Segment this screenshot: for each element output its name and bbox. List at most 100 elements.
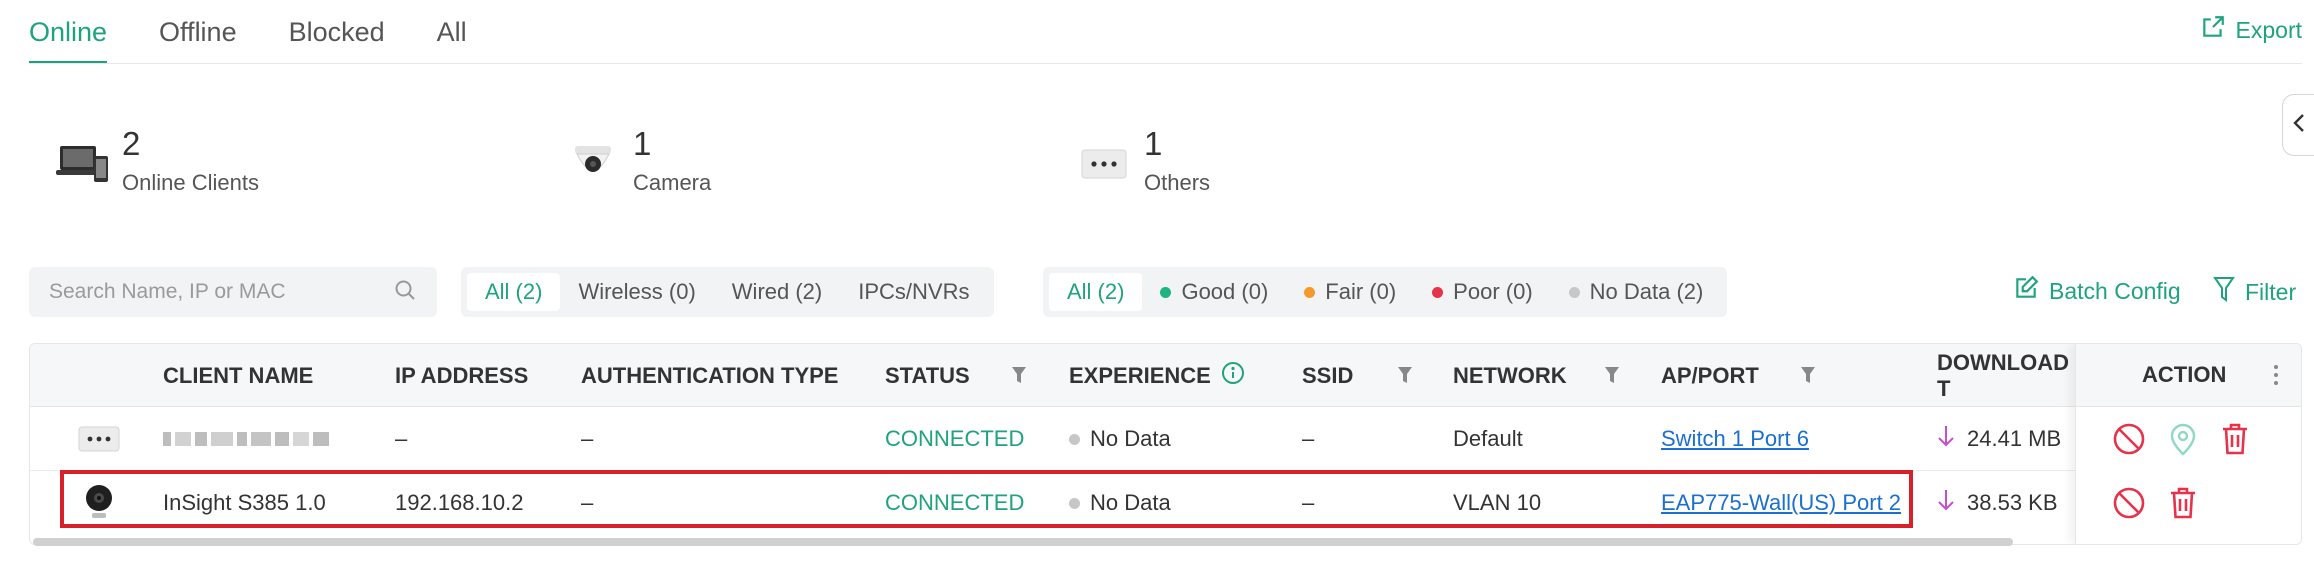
auth-type: – <box>581 426 594 451</box>
action-column: ACTION <box>2075 344 2301 544</box>
status: CONNECTED <box>885 490 1025 515</box>
table-row[interactable]: InSight S385 1.0 192.168.10.2 – CONNECTE… <box>30 471 2301 535</box>
client-name[interactable]: InSight S385 1.0 <box>163 471 326 535</box>
col-download[interactable]: DOWNLOAD T <box>1937 344 2075 407</box>
no-data-dot <box>1069 497 1080 509</box>
location-pin-icon[interactable] <box>2168 422 2198 456</box>
delete-icon[interactable] <box>2168 486 2198 520</box>
summary-count: 1 <box>633 125 652 162</box>
summary-count: 2 <box>122 125 141 162</box>
filter-all[interactable]: All (2) <box>467 273 561 311</box>
delete-icon[interactable] <box>2220 422 2250 456</box>
experience-all[interactable]: All (2) <box>1049 273 1143 311</box>
batch-config-button[interactable]: Batch Config <box>2013 275 2181 307</box>
ap-port: Switch 1 Port 6 <box>1661 407 1809 471</box>
status-filter-icon[interactable] <box>1011 365 1027 390</box>
summary-online-clients: 2 Online Clients <box>52 122 259 196</box>
col-ap-port[interactable]: AP/PORT <box>1661 344 1759 407</box>
ssid-filter-icon[interactable] <box>1397 365 1413 390</box>
network-filter-icon[interactable] <box>1604 365 1620 390</box>
col-experience[interactable]: EXPERIENCE <box>1069 344 1245 407</box>
summary-label: Camera <box>633 170 712 195</box>
collapse-panel-button[interactable] <box>2282 94 2314 156</box>
export-button[interactable]: Export <box>2200 14 2302 46</box>
more-vertical-icon[interactable] <box>2273 364 2279 392</box>
poor-dot <box>1432 286 1444 298</box>
experience-all-label: All (2) <box>1067 279 1125 304</box>
col-network[interactable]: NETWORK <box>1453 344 1567 407</box>
tab-blocked[interactable]: Blocked <box>289 0 385 64</box>
experience-no-data[interactable]: No Data (2) <box>1551 273 1722 311</box>
experience-poor-label: Poor (0) <box>1453 279 1533 304</box>
search-box <box>29 267 437 317</box>
block-icon[interactable] <box>2112 486 2146 520</box>
summary-label: Online Clients <box>122 170 259 195</box>
ap-port: EAP775-Wall(US) Port 2 <box>1661 471 1901 535</box>
col-status[interactable]: STATUS <box>885 344 970 407</box>
row-actions <box>2112 471 2198 535</box>
info-icon[interactable] <box>1221 361 1245 391</box>
filter-wired[interactable]: Wired (2) <box>714 273 840 311</box>
tab-all[interactable]: All <box>437 0 467 64</box>
export-label: Export <box>2235 16 2302 43</box>
batch-config-label: Batch Config <box>2049 277 2181 304</box>
no-data-dot <box>1069 433 1080 445</box>
client-summary: 2 Online Clients 1 Camera 1 Others <box>0 122 2314 212</box>
others-icon <box>1074 134 1134 194</box>
col-ip-address[interactable]: IP ADDRESS <box>395 344 528 407</box>
col-action-label: ACTION <box>2142 362 2227 387</box>
camera-device-icon <box>82 471 116 535</box>
tab-online[interactable]: Online <box>29 0 108 64</box>
summary-camera: 1 Camera <box>563 122 711 196</box>
ssid: – <box>1302 490 1315 515</box>
tab-offline[interactable]: Offline <box>159 0 237 64</box>
experience-value: No Data <box>1090 426 1171 451</box>
network: VLAN 10 <box>1453 490 1542 515</box>
experience-value: No Data <box>1090 490 1171 515</box>
good-dot <box>1160 286 1172 298</box>
experience-filter: All (2) Good (0) Fair (0) Poor (0) No Da… <box>1043 267 1728 317</box>
chevron-left-icon <box>2291 112 2307 139</box>
filter-ipcs-nvrs[interactable]: IPCs/NVRs <box>840 273 987 311</box>
experience: No Data <box>1069 407 1171 471</box>
arrow-down-icon <box>1937 424 1955 454</box>
col-ssid[interactable]: SSID <box>1302 344 1353 407</box>
block-icon[interactable] <box>2112 422 2146 456</box>
filter-button[interactable]: Filter <box>2213 275 2296 309</box>
ssid: – <box>1302 426 1315 451</box>
client-tabs: Online Offline Blocked All <box>29 0 519 64</box>
clients-table: CLIENT NAME IP ADDRESS AUTHENTICATION TY… <box>29 343 2302 545</box>
search-input[interactable] <box>49 280 393 304</box>
ip-address: 192.168.10.2 <box>395 490 524 515</box>
experience-fair[interactable]: Fair (0) <box>1286 273 1414 311</box>
network: Default <box>1453 426 1523 451</box>
camera-icon <box>563 134 623 194</box>
no-data-dot <box>1568 286 1580 298</box>
fair-dot <box>1304 286 1316 298</box>
col-action: ACTION <box>2076 344 2301 407</box>
tabs-divider <box>29 63 2302 64</box>
search-icon[interactable] <box>393 278 417 307</box>
col-experience-label: EXPERIENCE <box>1069 362 1211 388</box>
horizontal-scrollbar[interactable] <box>33 538 2013 546</box>
experience-no-data-label: No Data (2) <box>1589 279 1704 304</box>
filter-bar: All (2) Wireless (0) Wired (2) IPCs/NVRs… <box>0 267 2314 317</box>
ap-port-link[interactable]: EAP775-Wall(US) Port 2 <box>1661 490 1901 516</box>
experience-good-label: Good (0) <box>1181 279 1269 304</box>
ap-port-link[interactable]: Switch 1 Port 6 <box>1661 426 1809 452</box>
others-device-icon <box>78 407 120 471</box>
filter-wireless[interactable]: Wireless (0) <box>560 273 713 311</box>
table-row[interactable]: – – CONNECTED No Data – Default Switch 1… <box>30 407 2301 471</box>
ap-port-filter-icon[interactable] <box>1800 365 1816 390</box>
export-icon <box>2200 14 2226 46</box>
summary-others: 1 Others <box>1074 122 1210 196</box>
experience-good[interactable]: Good (0) <box>1142 273 1286 311</box>
filter-label: Filter <box>2245 278 2297 305</box>
col-client-name[interactable]: CLIENT NAME <box>163 344 313 407</box>
download: 24.41 MB <box>1937 407 2061 471</box>
col-auth-type[interactable]: AUTHENTICATION TYPE <box>581 344 838 407</box>
table-header: CLIENT NAME IP ADDRESS AUTHENTICATION TY… <box>30 344 2301 407</box>
experience-poor[interactable]: Poor (0) <box>1414 273 1550 311</box>
status: CONNECTED <box>885 426 1025 451</box>
summary-label: Others <box>1144 170 1211 195</box>
